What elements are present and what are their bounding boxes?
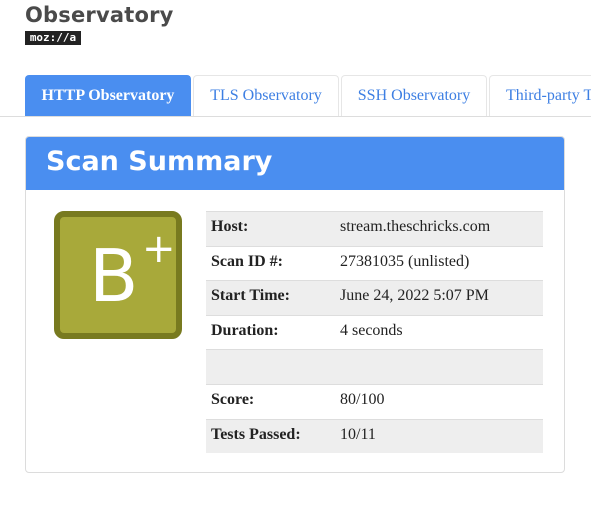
tests-passed-value: 10/11	[340, 425, 376, 443]
tab-ssh-observatory[interactable]: SSH Observatory	[341, 75, 487, 116]
summary-table: Host: stream.theschricks.com Scan ID #: …	[206, 211, 543, 454]
observatory-logo-title[interactable]: Observatory	[25, 3, 174, 27]
score-label: Score:	[211, 390, 255, 408]
tab-http-observatory[interactable]: HTTP Observatory	[25, 75, 191, 116]
grade-letter: B	[89, 234, 139, 318]
host-value: stream.theschricks.com	[340, 218, 491, 235]
table-row-tests-passed: Tests Passed: 10/11	[206, 418, 543, 454]
tab-tls-observatory[interactable]: TLS Observatory	[193, 75, 339, 116]
duration-label: Duration:	[211, 321, 279, 339]
tests-passed-label: Tests Passed:	[211, 425, 301, 443]
duration-value: 4 seconds	[340, 321, 403, 339]
scan-id-label: Scan ID #:	[211, 252, 284, 270]
grade-modifier: +	[142, 226, 176, 272]
table-row-empty	[206, 349, 543, 384]
table-row-scan-id: Scan ID #: 27381035 (unlisted)	[206, 245, 543, 281]
scan-id-value: 27381035 (unlisted)	[340, 252, 470, 270]
score-value: 80/100	[340, 390, 385, 408]
tab-third-party-tests[interactable]: Third-party Tests	[489, 75, 591, 116]
table-row-start-time: Start Time: June 24, 2022 5:07 PM	[206, 280, 543, 315]
table-row-host: Host: stream.theschricks.com	[206, 211, 543, 246]
panel-title: Scan Summary	[46, 146, 273, 177]
host-label: Host:	[211, 218, 249, 235]
mozilla-logo[interactable]: moz://a	[25, 31, 81, 45]
start-time-label: Start Time:	[211, 287, 290, 305]
table-row-score: Score: 80/100	[206, 383, 543, 419]
start-time-value: June 24, 2022 5:07 PM	[340, 287, 489, 305]
tabs-divider	[0, 116, 591, 117]
table-row-duration: Duration: 4 seconds	[206, 314, 543, 350]
